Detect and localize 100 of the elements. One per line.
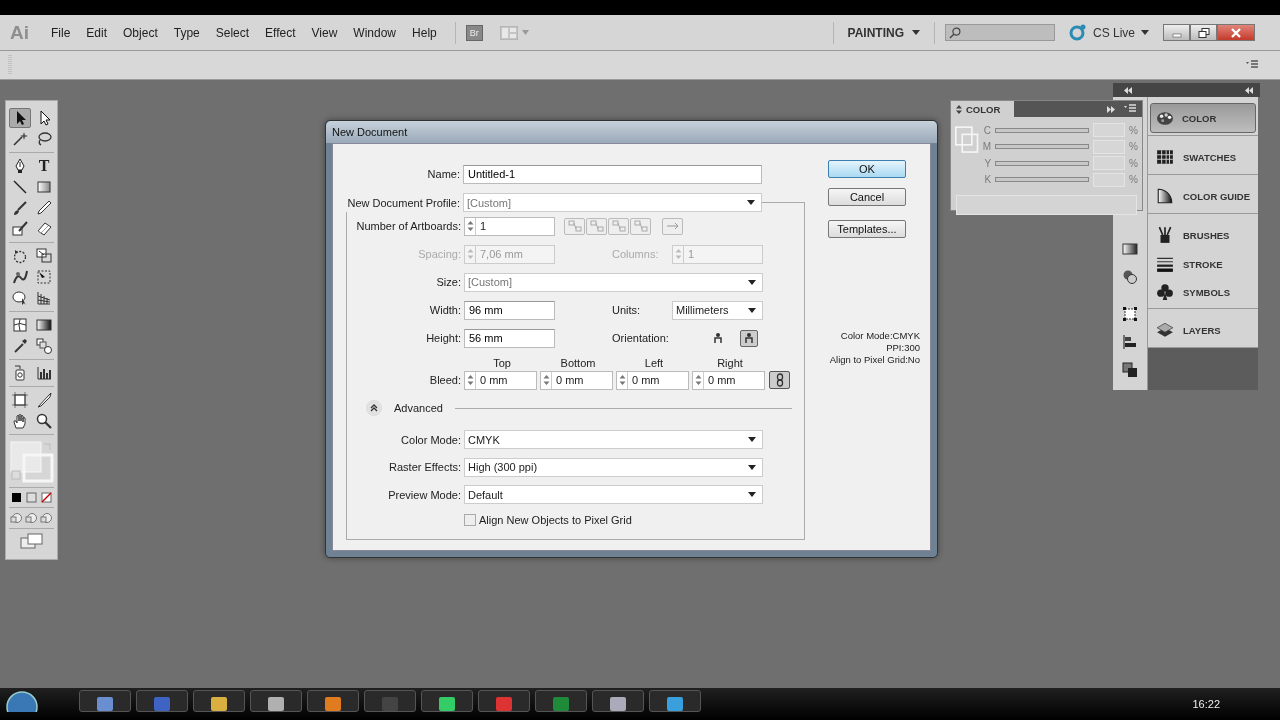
draw-normal-icon [10,512,23,524]
bleed-field[interactable]: 0 mm [692,370,765,390]
panel-tab-button[interactable]: COLOR [1150,103,1256,133]
bleed-field[interactable]: 0 mm [464,370,537,390]
field-label: Bleed: [428,374,462,386]
value-input[interactable]: 0 mm [704,374,764,386]
pencil-icon [36,200,52,216]
templates-button[interactable]: Templates... [828,220,906,238]
tool-button[interactable] [9,390,31,410]
menu-item[interactable]: Object [115,25,166,40]
search-field[interactable] [944,24,1055,41]
value-input[interactable]: 0 mm [476,374,536,386]
taskbar-button[interactable] [592,690,644,712]
expand-icon [1106,105,1116,113]
color-ramp[interactable] [956,195,1137,215]
taskbar-button[interactable] [421,690,473,712]
tool-button[interactable] [9,108,31,128]
panel-tab-button[interactable]: SWATCHES [1150,142,1256,172]
value-input[interactable]: 0 mm [628,374,688,386]
value-input[interactable]: 1 [476,220,554,232]
color-mode-dropdown[interactable]: CMYK [464,430,763,450]
line-icon [12,179,28,195]
size-dropdown[interactable]: [Custom] [464,272,763,292]
value-input[interactable]: 0 mm [552,374,612,386]
panel-tab-button[interactable]: COLOR GUIDE [1150,181,1256,211]
collapse-toggle[interactable] [366,400,382,416]
preview-mode-dropdown[interactable]: Default [464,485,763,505]
restore-button[interactable] [1190,24,1217,41]
brushes-icon [1156,226,1174,244]
checkbox[interactable] [464,513,476,526]
arrange-by-column-icon [633,220,648,232]
height-field[interactable]: 56 mm [464,328,555,348]
stepper-button[interactable] [465,217,476,235]
app-icon [551,695,571,711]
panel-tab-button[interactable]: BRUSHES [1150,220,1256,250]
menu-item[interactable]: View [303,25,346,40]
field-label: Height: [425,332,462,344]
caret-icon [748,492,756,498]
workspace-switcher[interactable]: PAINTING [843,25,924,40]
slider-track[interactable] [995,144,1090,150]
gradient-icon [36,317,52,333]
menu-item[interactable]: Help [404,25,445,40]
panel-tab[interactable]: COLOR [951,101,1015,117]
bleed-field[interactable]: 0 mm [616,370,689,390]
width-field[interactable]: 96 mm [464,300,555,320]
raster-effects-dropdown[interactable]: High (300 ppi) [464,457,763,477]
link-button[interactable] [769,371,790,389]
grid-by-column-icon [589,220,604,232]
app-icon [608,695,628,711]
start-orb-icon [5,690,39,712]
unit-label: % [1129,174,1138,186]
bleed-field[interactable]: 0 mm [540,370,613,390]
menu-item[interactable]: Effect [257,25,304,40]
slider-track[interactable] [995,177,1090,183]
stepper-button[interactable] [617,371,628,389]
cancel-button[interactable]: Cancel [828,188,906,206]
stroke-lines-icon [1156,255,1174,273]
panel-tab-button[interactable]: STROKE [1150,250,1256,278]
taskbar-button[interactable] [535,690,587,712]
taskbar-button[interactable] [649,690,701,712]
stepper-button[interactable] [465,371,476,389]
close-button[interactable] [1217,24,1255,41]
slider-track[interactable] [995,160,1090,166]
app-logo: Ai [10,21,29,44]
rectangle-icon [36,179,52,195]
clock: 16:22 [1192,698,1220,710]
grid-by-row-icon [567,220,582,232]
slider-track[interactable] [995,127,1090,133]
minimize-button[interactable] [1163,24,1190,41]
tool-button[interactable] [9,219,31,239]
app-icon [380,695,400,711]
menu-item[interactable]: Select [207,25,258,40]
cs-live-button[interactable]: CS Live [1068,23,1149,42]
tool-button[interactable] [33,246,55,266]
profile-dropdown[interactable]: [Custom] [463,193,762,212]
taskbar-button[interactable] [193,690,245,712]
taskbar-button[interactable] [250,690,302,712]
taskbar-button[interactable] [79,690,131,712]
channel-label: C [982,124,992,136]
field-label: Orientation: [612,332,670,344]
stepper-button[interactable] [693,371,704,389]
panel-tab-button[interactable]: LAYERS [1150,315,1256,345]
menu-item[interactable]: Window [345,25,405,40]
taskbar-button[interactable] [307,690,359,712]
tool-button[interactable] [33,336,55,356]
menu-item[interactable]: File [43,25,79,40]
menu-item[interactable]: Type [165,25,208,40]
magic-wand-icon [12,131,28,147]
units-dropdown[interactable]: Millimeters [672,300,763,320]
ok-button[interactable]: OK [828,160,906,178]
landscape-button[interactable] [740,329,758,347]
name-field[interactable]: Untitled-1 [463,164,762,184]
panel-tab-button[interactable]: SYMBOLS [1150,278,1256,306]
stepper-button[interactable] [541,371,552,389]
menu-item[interactable]: Edit [78,25,116,40]
tool-button[interactable]: T [33,156,55,176]
default-fill-icon [11,492,22,503]
taskbar-button[interactable] [478,690,530,712]
artboards-field[interactable]: 1 [464,216,555,236]
blob-brush-icon [12,221,28,237]
